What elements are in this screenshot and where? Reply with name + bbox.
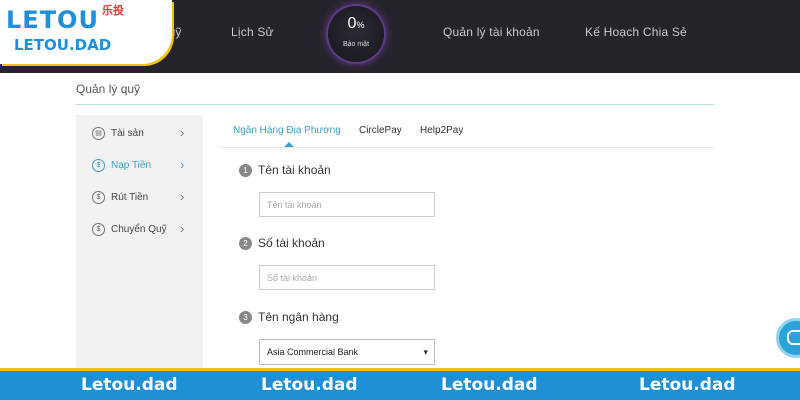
tab-help2pay[interactable]: Help2Pay — [420, 125, 463, 136]
nav-account-management[interactable]: Quản lý tài khoản — [443, 25, 540, 39]
brand-logo[interactable]: LETOU 乐投 LETOU.DAD — [0, 0, 172, 64]
step-number: 3 — [239, 311, 252, 324]
chevron-right-icon: › — [180, 221, 185, 236]
page-title: Quản lý quỹ — [76, 82, 141, 96]
sidebar-item-label: Nạp Tiền — [111, 160, 152, 171]
withdraw-icon: $ — [92, 191, 105, 204]
logo-domain: LETOU.DAD — [14, 36, 112, 54]
tabs-divider — [220, 147, 714, 148]
step-bank-name: 3 Tên ngân hàng — [239, 310, 339, 324]
sidebar-item-label: Chuyển Quỹ — [111, 224, 167, 235]
step-label: Số tài khoản — [258, 236, 325, 250]
sidebar-item-label: Rút Tiền — [111, 192, 149, 203]
tab-local-bank[interactable]: Ngân Hàng Địa Phương — [233, 125, 341, 136]
step-account-name: 1 Tên tài khoản — [239, 163, 331, 177]
nav-history[interactable]: Lịch Sử — [231, 25, 274, 39]
step-label: Tên tài khoản — [258, 163, 331, 177]
security-percent: 0% — [347, 15, 365, 32]
watermark-text: Letou.dad — [81, 375, 178, 395]
chevron-right-icon: › — [180, 189, 185, 204]
step-number: 2 — [239, 237, 252, 250]
title-divider — [76, 104, 714, 105]
account-number-input[interactable] — [259, 265, 435, 290]
step-label: Tên ngân hàng — [258, 310, 339, 324]
security-badge[interactable]: 0% Bảo mật — [328, 6, 384, 62]
sidebar-item-withdraw[interactable]: $ Rút Tiền › — [92, 189, 192, 209]
step-number: 1 — [239, 164, 252, 177]
security-label: Bảo mật — [342, 41, 370, 48]
sidebar-item-deposit[interactable]: $ Nạp Tiền › — [92, 157, 192, 177]
transfer-icon: $ — [92, 223, 105, 236]
chevron-right-icon: › — [180, 125, 185, 140]
tab-circlepay[interactable]: CirclePay — [359, 125, 402, 136]
chevron-right-icon: › — [180, 157, 185, 172]
step-account-number: 2 Số tài khoản — [239, 236, 325, 250]
wallet-icon: ▤ — [92, 127, 105, 140]
bank-select-value: Asia Commercial Bank — [267, 347, 359, 357]
sidebar-item-assets[interactable]: ▤ Tài sản › — [92, 125, 192, 145]
sidebar-item-transfer[interactable]: $ Chuyển Quỹ › — [92, 221, 192, 241]
live-chat-button[interactable] — [776, 318, 800, 358]
deposit-icon: $ — [92, 159, 105, 172]
bank-select[interactable]: Asia Commercial Bank ▾ — [259, 339, 435, 365]
chat-bubble-icon — [787, 330, 800, 345]
nav-share-plan[interactable]: Kế Hoạch Chia Sẻ — [585, 25, 687, 39]
account-name-input[interactable] — [259, 192, 435, 217]
watermark-text: Letou.dad — [261, 375, 358, 395]
sidebar: ▤ Tài sản › $ Nạp Tiền › $ Rút Tiền › $ … — [76, 115, 203, 370]
logo-chinese: 乐投 — [102, 4, 124, 17]
sidebar-item-label: Tài sản — [111, 128, 144, 139]
watermark-text: Letou.dad — [441, 375, 538, 395]
chevron-down-icon: ▾ — [423, 347, 428, 357]
logo-wordmark: LETOU — [6, 6, 99, 34]
watermark-band: Letou.dad Letou.dad Letou.dad Letou.dad — [0, 368, 800, 400]
watermark-text: Letou.dad — [639, 375, 736, 395]
